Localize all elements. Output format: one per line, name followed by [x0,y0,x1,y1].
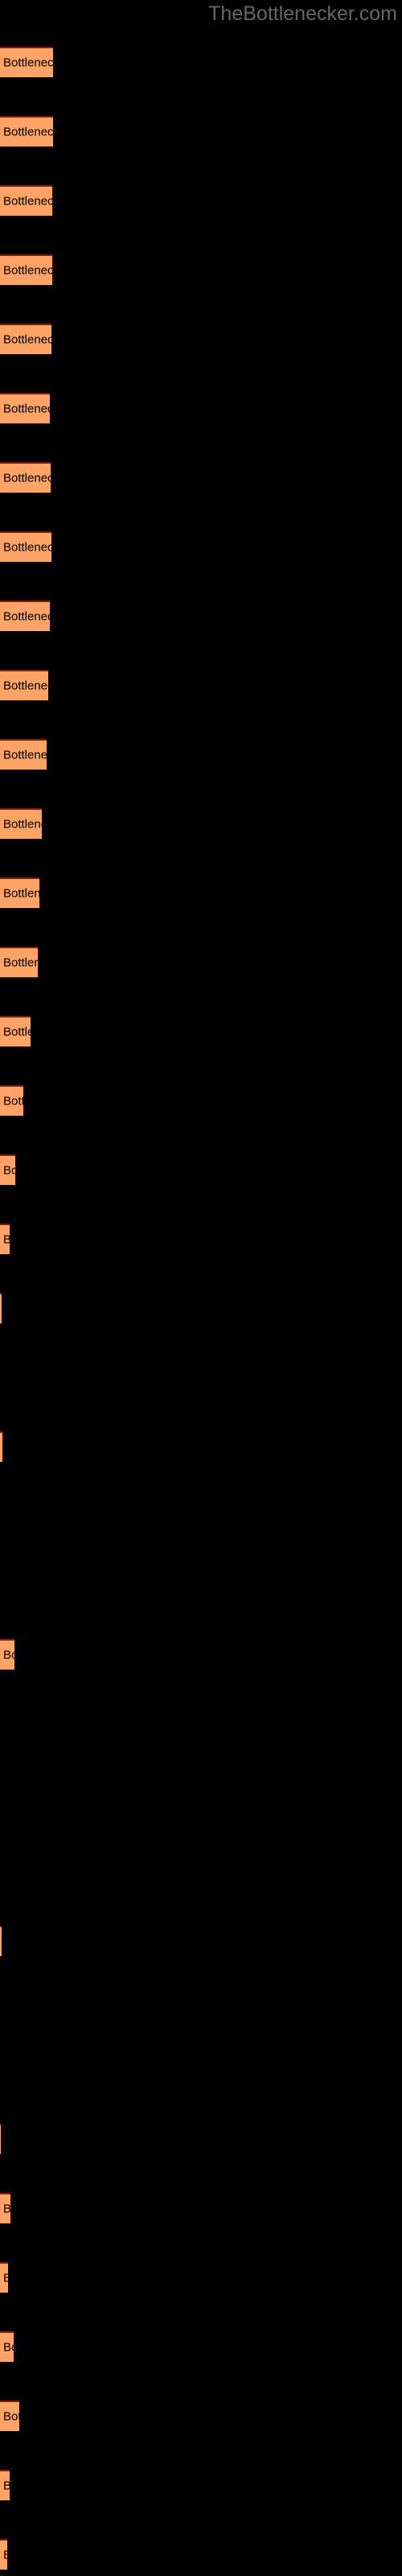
bar[interactable]: Bottleneck result [0,2262,8,2293]
bar-row: Bottleneck result [0,393,402,423]
bar-row: Bottleneck result [0,877,402,908]
bar-label: Bottleneck result [3,402,50,416]
bar-label: Bottleneck result [3,2202,10,2216]
bar[interactable]: Bottleneck result [0,1639,14,1670]
bar-label: Bottleneck result [3,2272,8,2285]
bar-label: Bottleneck result [3,2549,7,2562]
bar[interactable]: Bottleneck result [0,185,52,216]
bar-row: Bottleneck result [0,1362,402,1393]
bar[interactable]: Bottleneck result [0,1431,2,1462]
bar[interactable]: Bottleneck result [0,116,53,147]
bar-row: Bottleneck result [0,1224,402,1254]
bar-row: Bottleneck result [0,2124,402,2154]
bar-label: Bottleneck result [3,817,42,832]
bar-row: Bottleneck result [0,1501,402,1531]
bar-row: Bottleneck result [0,2470,402,2500]
bar-row: Bottleneck result [0,2331,402,2362]
bar[interactable]: Bottleneck result [0,739,47,770]
bar-row: Bottleneck result [0,1847,402,1877]
bar-label: Bottleneck result [3,194,52,208]
bar-row: Bottleneck result [0,185,402,216]
bar[interactable]: Bottleneck result [0,1085,23,1116]
bar[interactable]: Bottleneck result [0,2401,19,2431]
bar-label: Bottleneck result [3,1163,15,1178]
bar-row: Bottleneck result [0,254,402,285]
bar-row: Bottleneck result [0,1985,402,2016]
bar-row: Bottleneck result [0,1154,402,1185]
bar[interactable]: Bottleneck result [0,2193,10,2223]
bar-row: Bottleneck result [0,2193,402,2223]
bar-row: Bottleneck result [0,1926,402,1956]
bar-label: Bottleneck result [3,609,50,624]
bar[interactable]: Bottleneck result [0,2470,10,2500]
bar-label: Bottleneck result [3,56,53,70]
bar-row: Bottleneck result [0,1085,402,1116]
bar-chart-plot-area: Bottleneck result Bottleneck result Bottle… [0,0,402,2576]
bar[interactable]: Bottleneck result [0,2124,1,2154]
bar-row: Bottleneck result [0,47,402,77]
bar-row: Bottleneck result [0,2054,402,2085]
bar-label: Bottleneck result [3,1025,31,1039]
bar-label: Bottleneck result [3,1094,23,1108]
bar-row: Bottleneck result [0,808,402,839]
bar-row: Bottleneck result [0,1777,402,1808]
bar-label: Bottleneck result [3,471,51,485]
bar[interactable]: Bottleneck result [0,947,38,977]
bar-row: Bottleneck result [0,1570,402,1600]
bar-label: Bottleneck result [3,2479,10,2493]
bar-row: Bottleneck result [0,1431,402,1462]
bar[interactable]: Bottleneck result [0,877,39,908]
bar-row: Bottleneck result [0,2539,402,2570]
bar[interactable]: Bottleneck result [0,393,50,423]
bar-label: Bottleneck result [3,125,53,139]
bar[interactable]: Bottleneck result [0,531,51,562]
bar-label: Bottleneck result [3,679,48,693]
bar-row: Bottleneck result [0,116,402,147]
bar-label: Bottleneck result [3,263,52,278]
bar[interactable]: Bottleneck result [0,670,48,700]
bar-row: Bottleneck result [0,1639,402,1670]
bar[interactable]: Bottleneck result [0,1016,31,1046]
bar-label: Bottleneck result [3,2340,14,2355]
bar[interactable]: Bottleneck result [0,462,51,493]
bar-label: Bottleneck result [3,956,38,970]
bar[interactable]: Bottleneck result [0,2539,7,2570]
bar[interactable]: Bottleneck result [0,808,42,839]
bar[interactable]: Bottleneck result [0,1926,2,1956]
bar-row: Bottleneck result [0,2401,402,2431]
bar[interactable]: Bottleneck result [0,324,51,354]
bar-row: Bottleneck result [0,531,402,562]
bar-label: Bottleneck result [3,886,39,901]
bar-row: Bottleneck result [0,1293,402,1323]
bar[interactable]: Bottleneck result [0,1154,15,1185]
bar[interactable]: Bottleneck result [0,254,52,285]
bar-label: Bottleneck result [3,332,51,347]
bar-row: Bottleneck result [0,947,402,977]
bar[interactable]: Bottleneck result [0,601,50,631]
bar[interactable]: Bottleneck result [0,1293,2,1323]
bar-label: Bottleneck result [3,540,51,555]
bar-label: Bottleneck result [3,1648,14,1662]
bar-label: Bottleneck result [3,2409,19,2424]
bar-row: Bottleneck result [0,2262,402,2293]
bar-row: Bottleneck result [0,670,402,700]
bar-row: Bottleneck result [0,462,402,493]
bar-row: Bottleneck result [0,601,402,631]
bar[interactable]: Bottleneck result [0,2331,14,2362]
bar-row: Bottleneck result [0,324,402,354]
bar-row: Bottleneck result [0,1708,402,1739]
bar-label: Bottleneck result [3,748,47,762]
bar[interactable]: Bottleneck result [0,47,53,77]
bar-row: Bottleneck result [0,1016,402,1046]
bar-label: Bottleneck result [3,1233,10,1247]
bar[interactable]: Bottleneck result [0,1224,10,1254]
chart-page: TheBottlenecker.com Bottleneck resultBot… [0,0,402,2576]
bar-row: Bottleneck result [0,739,402,770]
